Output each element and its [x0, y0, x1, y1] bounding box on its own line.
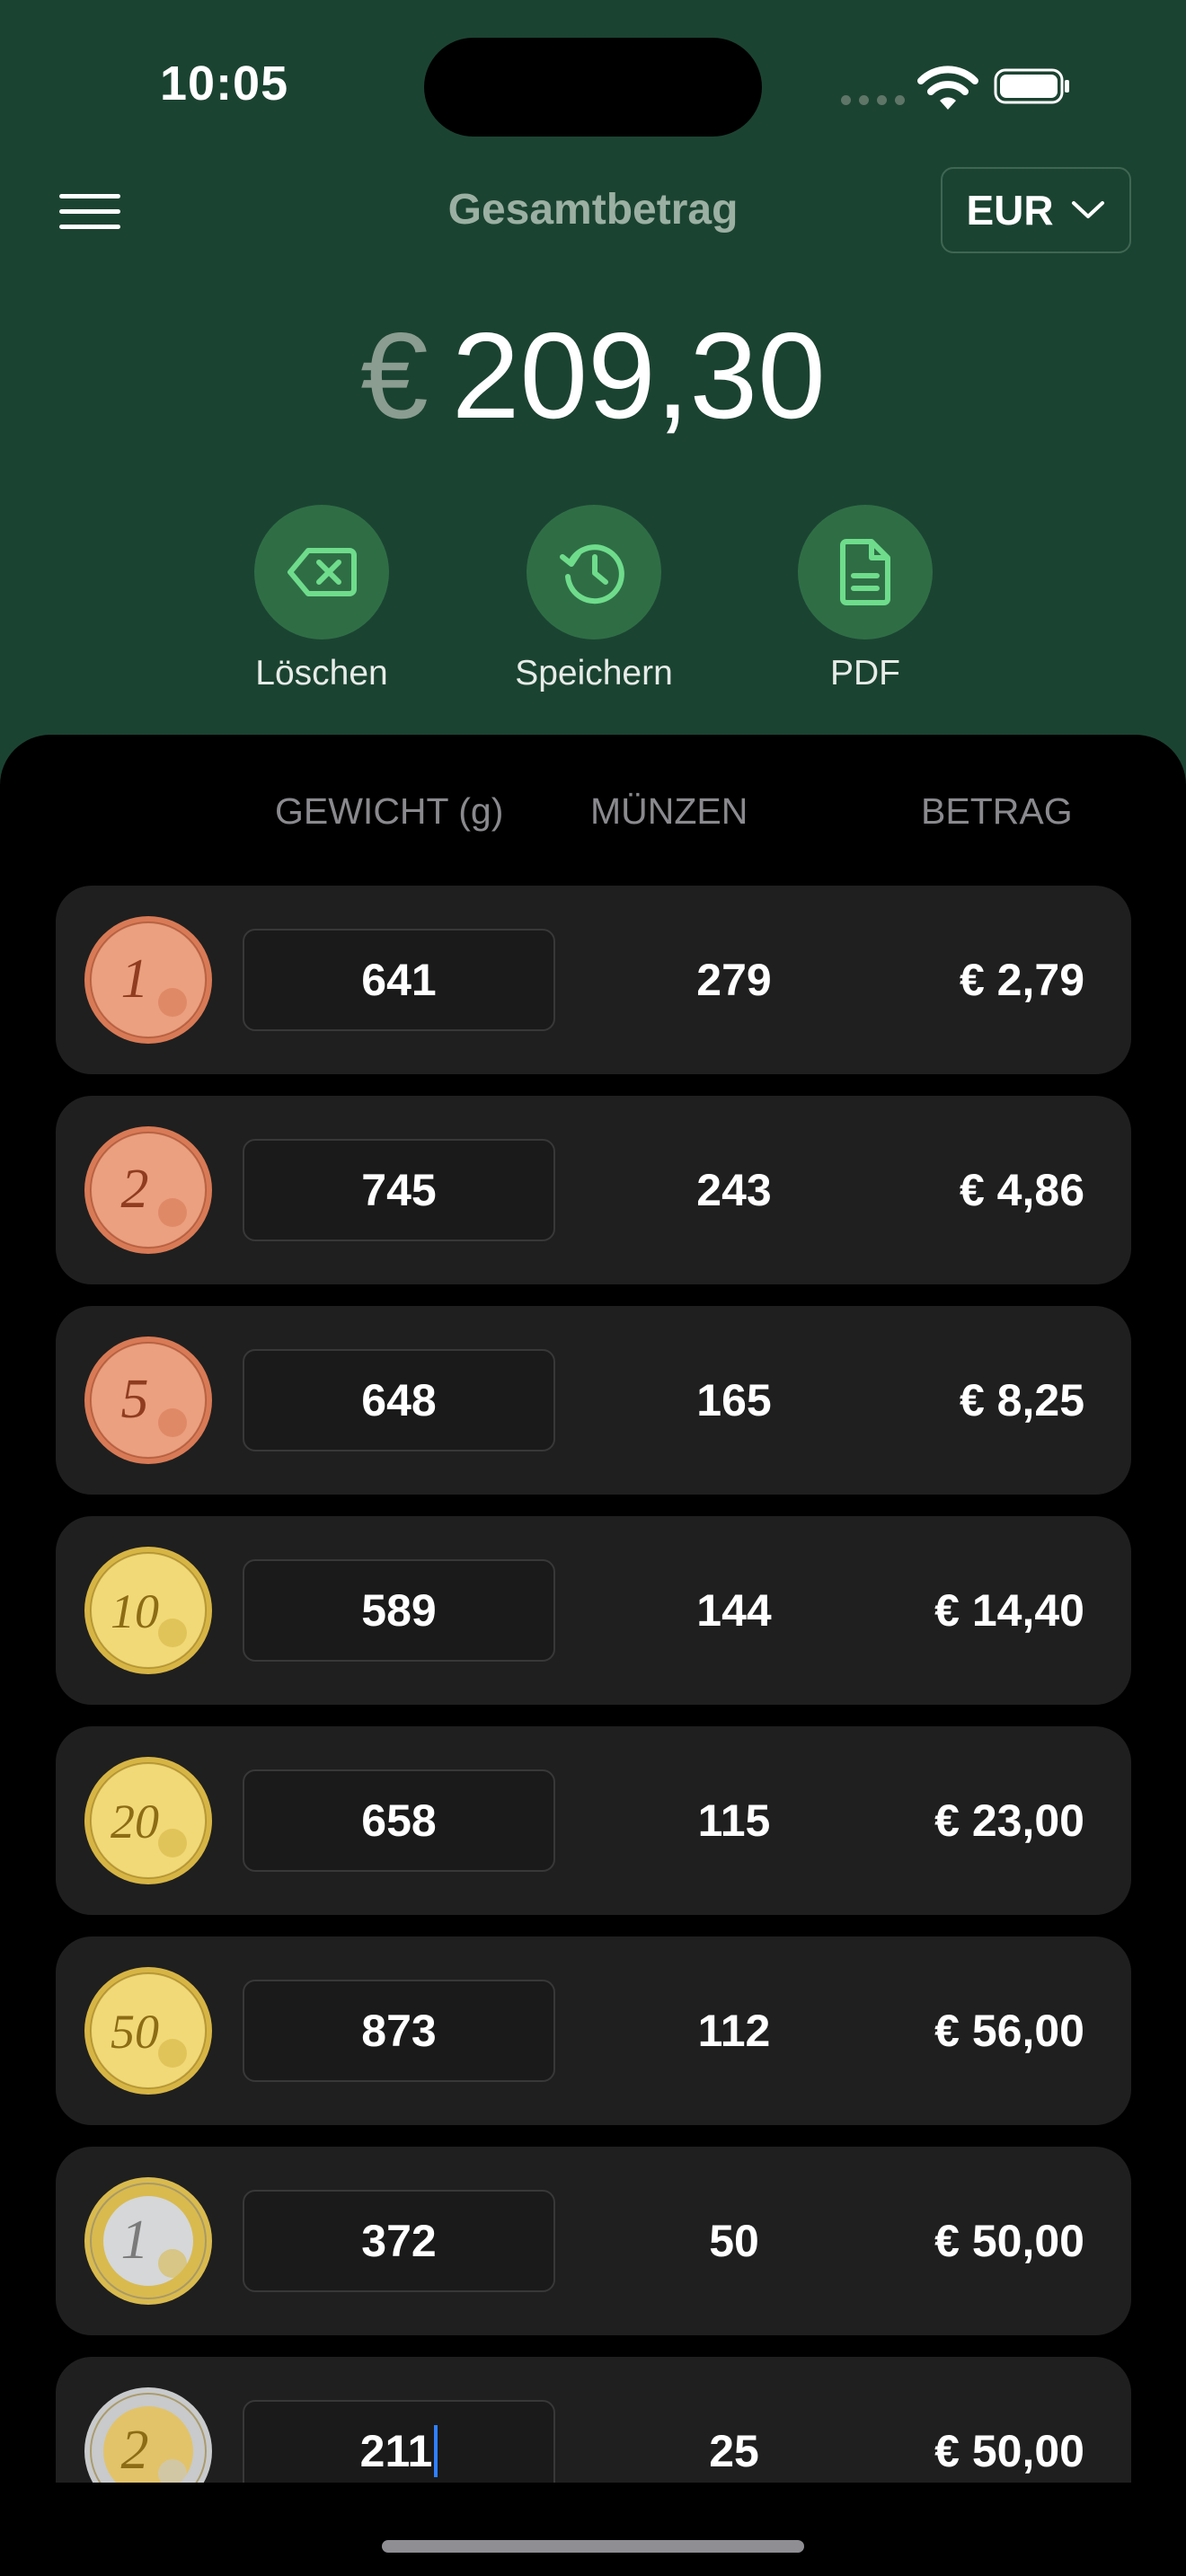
- row-amount: € 8,25: [959, 1375, 1084, 1425]
- currency-code: EUR: [966, 187, 1054, 234]
- coin-icon: 2: [84, 1126, 212, 1254]
- row-amount: € 56,00: [934, 2006, 1084, 2056]
- header-panel: 10:05 Gesamtbetrag EUR €209,30 Löschen S…: [0, 0, 1186, 808]
- battery-icon: [994, 68, 1069, 104]
- row-amount: € 14,40: [934, 1585, 1084, 1636]
- coin-icon: 2: [84, 2387, 212, 2483]
- coin-row: 2 211 25 € 50,00: [56, 2357, 1131, 2483]
- row-amount: € 2,79: [959, 955, 1084, 1005]
- home-indicator[interactable]: [382, 2540, 804, 2553]
- weight-input[interactable]: 589: [243, 1559, 555, 1662]
- status-time: 10:05: [160, 57, 289, 110]
- clear-button-label: Löschen: [255, 654, 388, 693]
- weight-input[interactable]: 641: [243, 929, 555, 1031]
- coin-count: 279: [696, 955, 772, 1005]
- weight-value: 211: [359, 2426, 433, 2476]
- coin-icon: 1: [84, 2177, 212, 2305]
- coin-icon: 5: [84, 1337, 212, 1464]
- coin-count: 243: [696, 1165, 772, 1215]
- coin-row: 1 372 50 € 50,00: [56, 2147, 1131, 2335]
- svg-text:2: 2: [121, 1159, 149, 1220]
- currency-select[interactable]: EUR: [941, 167, 1131, 253]
- coin-row: 2 745 243 € 4,86: [56, 1096, 1131, 1284]
- row-amount: € 50,00: [934, 2216, 1084, 2266]
- svg-text:1: 1: [121, 2210, 149, 2271]
- coin-count: 25: [709, 2426, 759, 2476]
- svg-text:1: 1: [121, 948, 149, 1010]
- clear-button[interactable]: Löschen: [214, 505, 429, 693]
- svg-text:2: 2: [121, 2420, 149, 2481]
- column-header-amount: BETRAG: [921, 790, 1073, 832]
- cellular-signal-icon: [841, 93, 913, 110]
- coin-icon: 10: [84, 1547, 212, 1674]
- column-header-weight: GEWICHT (g): [275, 790, 504, 832]
- weight-value: 589: [361, 1585, 437, 1636]
- save-button[interactable]: Speichern: [486, 505, 702, 693]
- svg-text:20: 20: [111, 1795, 159, 1848]
- svg-text:10: 10: [111, 1584, 159, 1638]
- coin-row: 5 648 165 € 8,25: [56, 1306, 1131, 1495]
- coin-count: 144: [696, 1585, 772, 1636]
- weight-value: 648: [361, 1375, 437, 1425]
- pdf-button-label: PDF: [830, 654, 900, 693]
- coin-row: 50 873 112 € 56,00: [56, 1936, 1131, 2125]
- weight-input[interactable]: 211: [243, 2400, 555, 2483]
- row-amount: € 50,00: [934, 2426, 1084, 2476]
- svg-text:5: 5: [121, 1369, 149, 1430]
- coin-count: 112: [697, 2006, 771, 2056]
- coin-row: 1 641 279 € 2,79: [56, 886, 1131, 1074]
- weight-input[interactable]: 873: [243, 1980, 555, 2082]
- weight-value: 372: [361, 2216, 437, 2266]
- weight-input[interactable]: 745: [243, 1139, 555, 1241]
- coin-icon: 50: [84, 1967, 212, 2095]
- weight-value: 873: [361, 2006, 437, 2056]
- dynamic-island: [424, 38, 762, 137]
- coin-icon: 1: [84, 916, 212, 1044]
- weight-value: 658: [361, 1795, 437, 1846]
- delete-backspace-icon: [288, 548, 357, 596]
- total-currency-symbol: €: [360, 307, 429, 444]
- coin-row: 20 658 115 € 23,00: [56, 1726, 1131, 1915]
- coin-row: 10 589 144 € 14,40: [56, 1516, 1131, 1705]
- row-amount: € 4,86: [959, 1165, 1084, 1215]
- coin-count: 165: [696, 1375, 772, 1425]
- coin-icon: 20: [84, 1757, 212, 1884]
- save-button-label: Speichern: [515, 654, 673, 693]
- column-header-coins: MÜNZEN: [590, 790, 748, 832]
- weight-input[interactable]: 658: [243, 1769, 555, 1872]
- document-pdf-icon: [840, 539, 890, 605]
- coin-count: 50: [709, 2216, 759, 2266]
- pdf-button[interactable]: PDF: [757, 505, 973, 693]
- wifi-icon: [917, 66, 978, 110]
- app-content: 10:05 Gesamtbetrag EUR €209,30 Löschen S…: [0, 0, 1186, 2483]
- text-cursor: [434, 2425, 438, 2477]
- total-amount-value: 209,30: [451, 307, 826, 444]
- svg-text:50: 50: [111, 2005, 159, 2059]
- weight-input[interactable]: 372: [243, 2190, 555, 2292]
- weight-value: 745: [361, 1165, 437, 1215]
- weight-value: 641: [361, 955, 437, 1005]
- coin-count: 115: [697, 1795, 771, 1846]
- total-amount: €209,30: [0, 305, 1186, 446]
- weight-input[interactable]: 648: [243, 1349, 555, 1451]
- chevron-down-icon: [1071, 201, 1104, 218]
- history-save-icon: [560, 544, 624, 604]
- row-amount: € 23,00: [934, 1795, 1084, 1846]
